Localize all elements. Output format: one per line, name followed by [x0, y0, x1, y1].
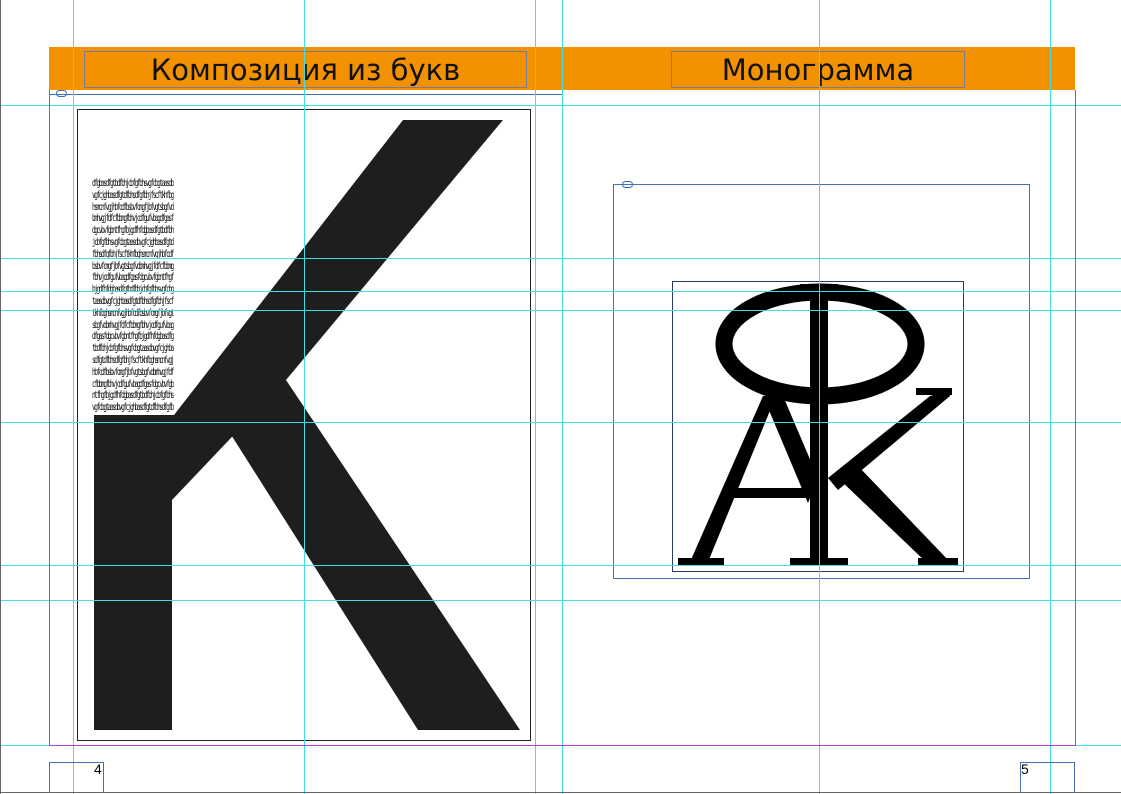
vertical-guide[interactable] — [535, 0, 536, 794]
vertical-guide[interactable] — [562, 0, 563, 794]
vertical-guide[interactable] — [819, 0, 820, 794]
vertical-guide[interactable] — [304, 0, 305, 794]
horizontal-guide[interactable] — [0, 291, 1121, 292]
monogram-k-serif-top — [916, 388, 952, 395]
horizontal-guide[interactable] — [0, 422, 1121, 423]
vertical-guide[interactable] — [1050, 0, 1051, 794]
monogram-k-leg — [838, 466, 950, 562]
page-edge — [0, 0, 1, 794]
page-number-right: 5 — [1021, 761, 1029, 777]
monogram-a-right-leg — [763, 396, 818, 503]
horizontal-guide[interactable] — [0, 105, 1121, 106]
monogram-a-crossbar — [726, 488, 816, 498]
letter-k-lower-leg — [228, 380, 520, 730]
left-page-title[interactable]: Композиция из букв — [84, 51, 527, 88]
horizontal-guide[interactable] — [0, 258, 1121, 259]
text-frame-outline — [49, 94, 563, 95]
page-edge — [0, 792, 1121, 793]
right-page-title[interactable]: Монограмма — [671, 51, 965, 88]
page-margin — [1075, 90, 1076, 746]
horizontal-guide[interactable] — [0, 310, 1121, 311]
page-margin — [49, 745, 1076, 746]
monogram-graphic — [678, 283, 958, 566]
monogram-a-left-leg — [690, 396, 776, 562]
filler-text-block[interactable]: dfgbasdfgtbdfbhjcbfgfbhsvgfcbgtaasdbvgfc… — [92, 178, 174, 414]
horizontal-guide[interactable] — [0, 600, 1121, 601]
page-margin — [49, 90, 50, 746]
horizontal-guide[interactable] — [0, 565, 1121, 566]
page-number-left: 4 — [94, 761, 102, 777]
vertical-guide[interactable] — [73, 0, 74, 794]
